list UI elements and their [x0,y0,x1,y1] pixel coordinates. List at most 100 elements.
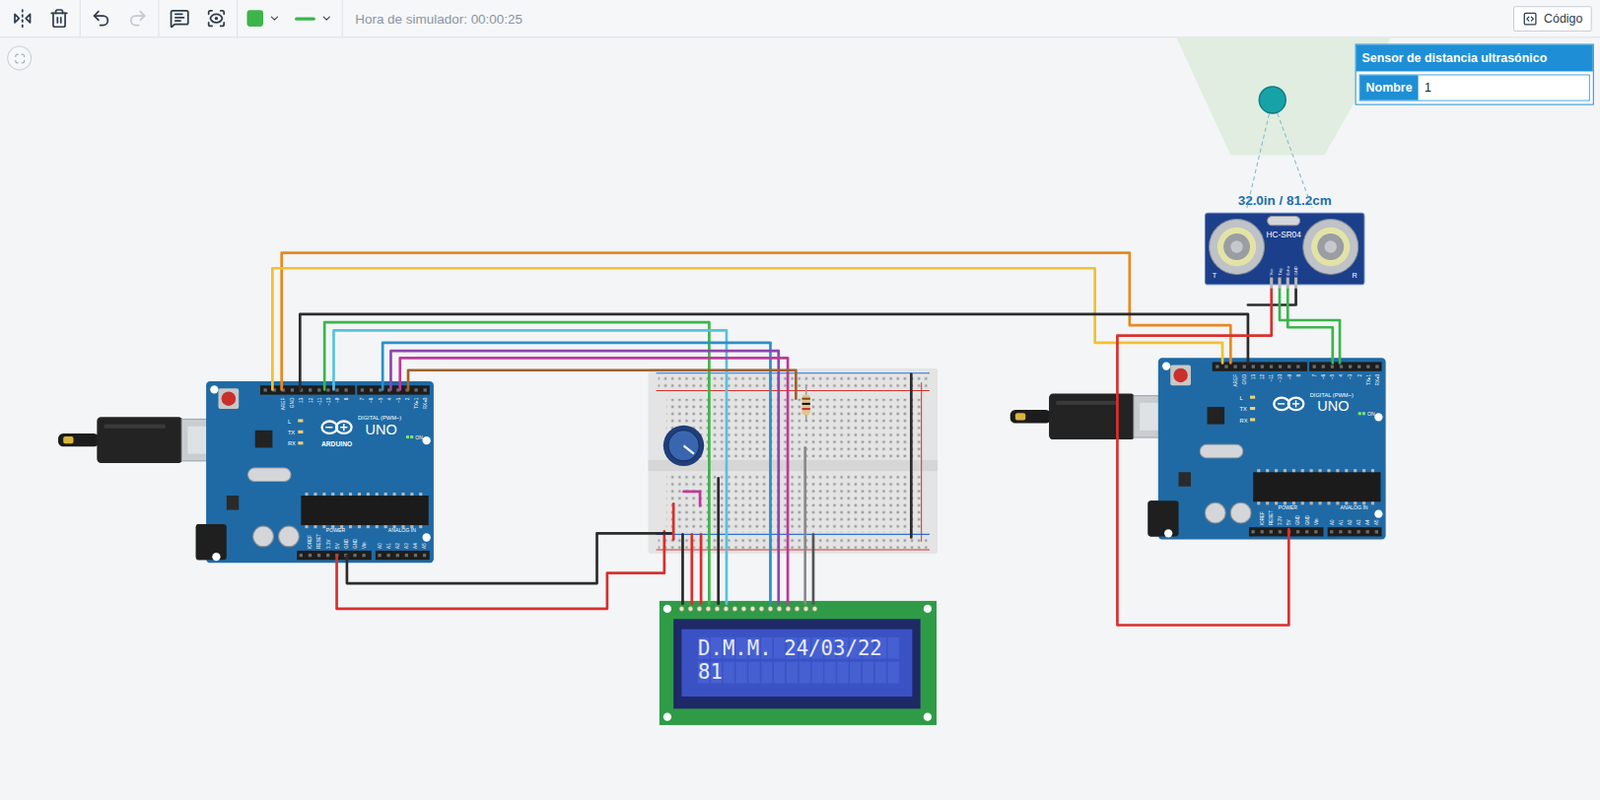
led-indicator: L [1240,395,1256,402]
wire[interactable] [333,330,727,604]
wire[interactable] [716,478,720,604]
pin-label: A5 [1374,519,1380,526]
pin-label: A0 [1329,519,1335,526]
undo-icon [90,7,112,29]
svg-text:Vcc: Vcc [1268,269,1274,277]
capacitor [253,526,275,548]
wire[interactable] [1287,289,1333,364]
wire[interactable] [909,374,913,539]
wire[interactable] [324,322,709,605]
circuit-editor: Hora de simulador: 00:00:25CódigoAREFGND… [0,0,1600,773]
pin-label: ~6 [1321,374,1326,381]
breadboard[interactable] [647,368,938,559]
usb-chip [255,430,274,449]
wire[interactable] [347,533,672,584]
sensor-pin: Trig [1277,268,1283,290]
lcd-line: 81 [697,660,723,685]
workplane[interactable]: AREFGND1312~11~10~987~6~54~32TX▸1RX◂0DIG… [0,37,1600,773]
pin-label: 12 [1259,374,1265,381]
fit-icon [13,52,25,64]
ultrasonic-sensor[interactable]: 32.0in / 81.2cmHC-SR04TRVccTrigEchoGND [1203,192,1366,290]
svg-text:GND: GND [1293,266,1299,276]
resistor[interactable] [802,386,811,421]
pin-label: ~11 [1268,374,1274,383]
wire[interactable] [684,491,701,506]
wire[interactable] [390,350,778,605]
pin-label: Vin [1314,518,1320,526]
arduino-right[interactable]: AREFGND1312~11~10~987~6~54~32TX▸1RX◂0DIG… [1005,354,1393,549]
pin-label: A1 [386,543,392,550]
svg-text:RX: RX [1240,417,1249,424]
simulator-time: Hora de simulador: 00:00:25 [354,10,523,27]
power-label: POWER [1278,504,1299,511]
transducer [1209,219,1265,276]
pin-label: 7 [359,397,365,401]
undo-button[interactable] [83,2,119,34]
digital-label: DIGITAL (PWM~) [357,415,402,421]
pin-label: A5 [421,543,427,550]
power-header [1249,527,1324,537]
pin-label: 8 [344,397,349,401]
wire[interactable] [281,253,1232,391]
arduino-left[interactable]: AREFGND1312~11~10~987~6~54~32TX▸1RX◂0DIG… [53,378,441,572]
wire[interactable] [1248,289,1297,306]
rotate-button[interactable] [4,2,40,34]
svg-text:Echo: Echo [1285,265,1291,276]
on-label: ON [1367,411,1376,418]
property-label: Nombre [1359,75,1418,101]
svg-text:TX: TX [287,429,295,436]
board-pcb [206,381,434,563]
led-indicator: TX [1240,406,1256,413]
wire[interactable] [690,534,694,604]
target-object[interactable] [1258,86,1286,114]
transducer [1303,219,1359,276]
reset-button[interactable] [1170,365,1191,387]
note-button[interactable] [162,2,198,34]
wire[interactable] [681,534,685,604]
wire[interactable] [299,314,1249,391]
pin-label: ~9 [335,397,341,404]
pin-label: GND [352,538,358,550]
notes-visibility-button[interactable] [199,2,234,34]
wire[interactable] [699,534,703,604]
wire[interactable] [337,531,665,610]
analog-header [1327,527,1383,537]
digital-header [1212,361,1383,371]
sensor-mark: T [1212,271,1218,280]
wire[interactable] [272,268,1223,390]
redo-button[interactable] [120,2,155,34]
wire[interactable] [1279,289,1340,364]
reset-button[interactable] [218,388,240,410]
delete-button[interactable] [41,2,76,34]
pin-label: GND [1242,373,1248,385]
pin-label: A2 [1347,519,1353,526]
wire[interactable] [408,370,796,400]
name-input[interactable] [1418,75,1590,101]
analog-label: ANALOG IN [1340,504,1369,511]
code-button[interactable]: Código [1513,5,1593,32]
potentiometer[interactable] [663,425,704,467]
analog-label: ANALOG IN [388,527,417,534]
lcd-display[interactable]: D.M.M. 24/03/2281 [659,601,938,730]
sensor-model: HC-SR04 [1265,230,1302,240]
wire[interactable] [400,357,788,604]
trash-icon [49,7,70,29]
pin-label: ~3 [396,397,402,404]
wire-style-dropdown[interactable] [288,3,340,33]
wire[interactable] [1116,289,1289,627]
pin-label: RX◂0 [1375,374,1381,387]
pin-label: 13 [298,397,304,404]
arduino-logo-icon [1273,398,1304,411]
svg-text:Trig: Trig [1277,268,1283,277]
led-indicator: RX [1240,417,1256,424]
wire-color-dropdown[interactable] [240,3,287,33]
wire[interactable] [672,503,676,540]
pin-label: AREF [280,398,286,412]
pin-label: A3 [1356,519,1362,526]
wire[interactable] [812,534,816,604]
wire[interactable] [382,343,770,605]
pin-label: 12 [308,397,314,404]
fit-view-button[interactable] [6,46,32,71]
wire[interactable] [803,447,807,604]
led-indicator: RX [287,440,304,447]
